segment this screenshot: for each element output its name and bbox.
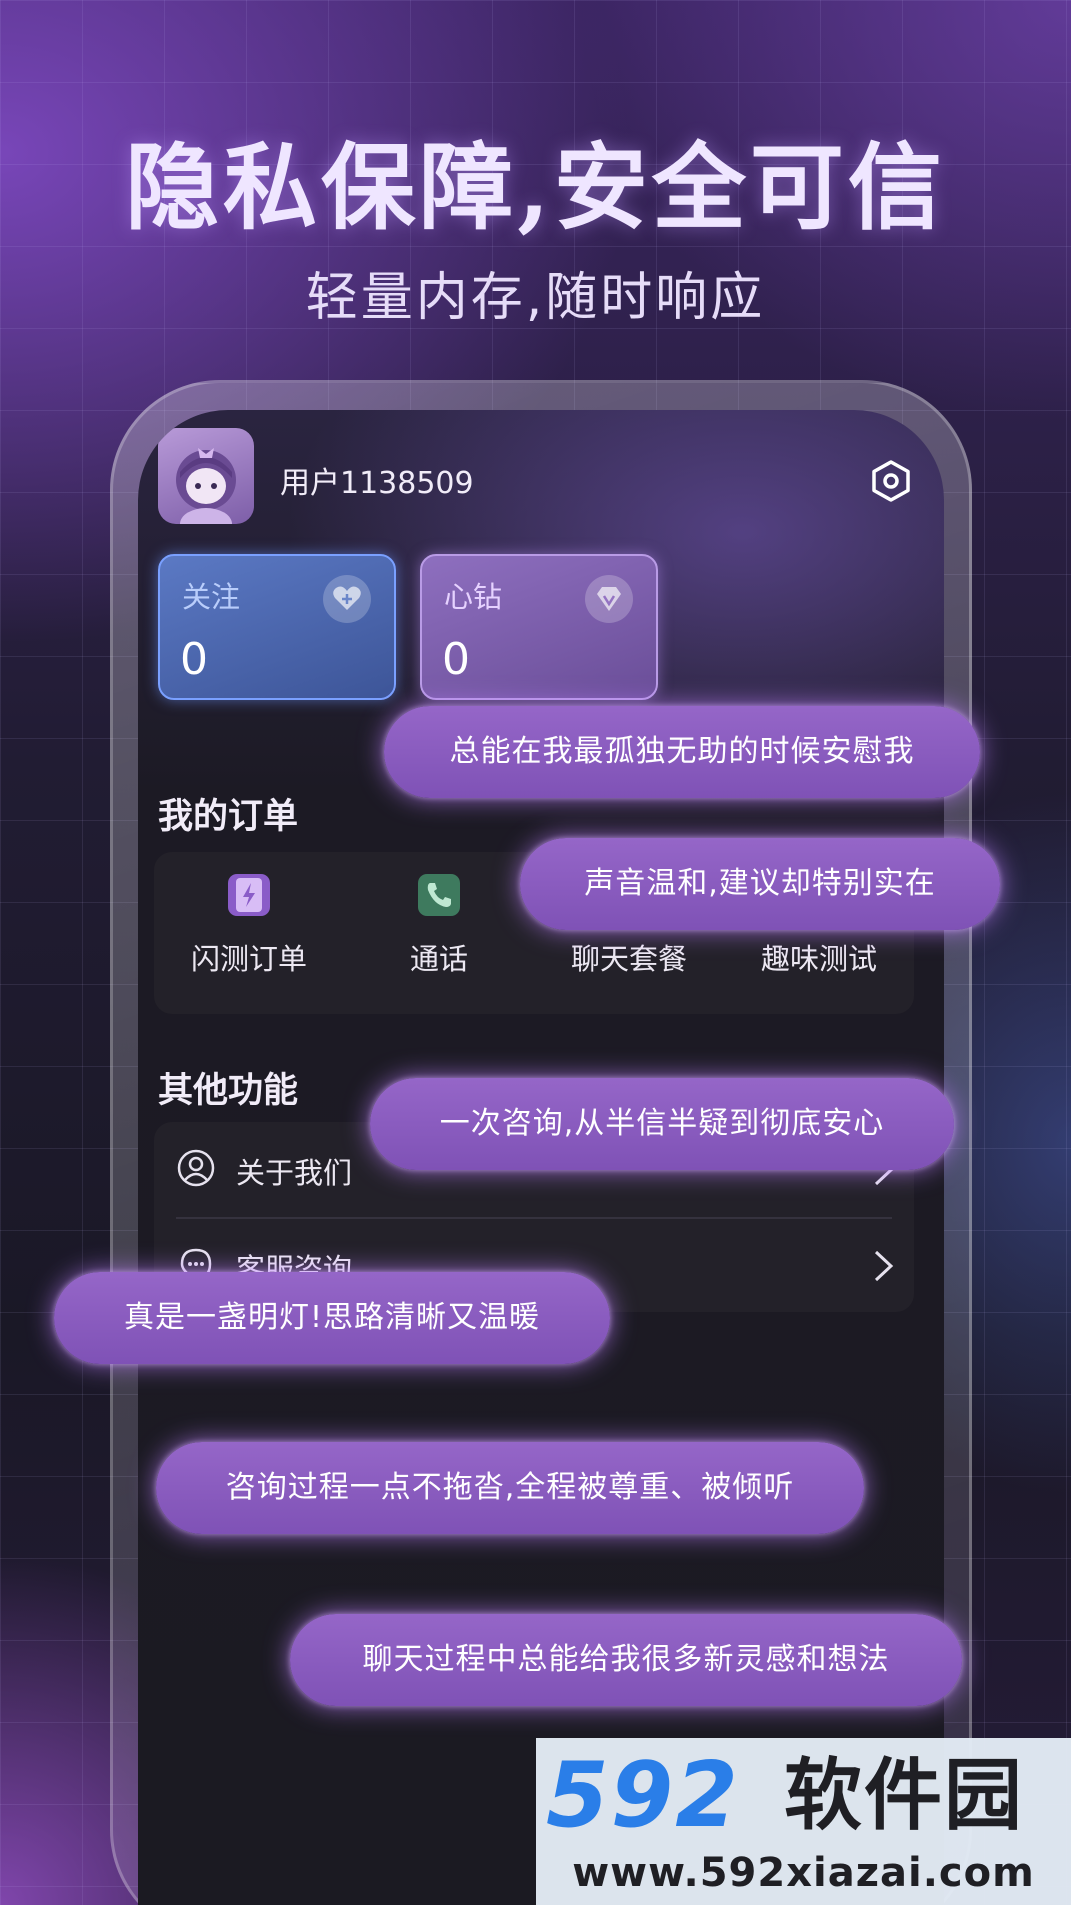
order-item-label: 闪测订单 — [190, 942, 307, 976]
order-item-call[interactable]: 通话 — [344, 872, 534, 978]
functions-title: 其他功能 — [158, 1071, 299, 1111]
chevron-right-icon — [874, 1250, 894, 1282]
follow-count: 0 — [180, 634, 208, 685]
follow-card[interactable]: 关注 0 — [158, 554, 396, 700]
headline: 隐私保障,安全可信 — [125, 133, 946, 243]
avatar-icon — [176, 448, 236, 524]
review-bubble: 声音温和,建议却特别实在 — [520, 838, 1000, 930]
order-item-flash[interactable]: 闪测订单 — [154, 872, 344, 978]
review-bubble: 真是一盏明灯!思路清晰又温暖 — [54, 1272, 610, 1364]
diamond-count: 0 — [442, 634, 470, 685]
heart-icon — [323, 575, 371, 623]
follow-label: 关注 — [182, 580, 241, 614]
review-bubble: 一次咨询,从半信半疑到彻底安心 — [370, 1078, 954, 1170]
order-item-label: 趣味测试 — [760, 942, 877, 976]
gear-icon[interactable] — [870, 460, 912, 502]
review-bubble: 总能在我最孤独无助的时候安慰我 — [384, 706, 980, 798]
promo-screen: 隐私保障,安全可信 轻量内存,随时响应 用户1138509 关注 0 心钻 0 … — [0, 0, 1071, 1905]
subheadline: 轻量内存,随时响应 — [305, 268, 766, 328]
review-bubble: 咨询过程一点不拖沓,全程被尊重、被倾听 — [156, 1442, 864, 1534]
diamond-icon — [585, 575, 633, 623]
watermark-logo: 592 — [546, 1743, 740, 1848]
watermark: 592 软件园 www.592xiazai.com — [536, 1738, 1071, 1905]
user-circle-icon — [177, 1149, 215, 1187]
avatar[interactable] — [158, 428, 254, 524]
watermark-url: www.592xiazai.com — [572, 1850, 1035, 1896]
order-item-label: 聊天套餐 — [570, 942, 687, 976]
about-us-label: 关于我们 — [236, 1156, 353, 1190]
username: 用户1138509 — [280, 466, 474, 501]
review-bubble: 聊天过程中总能给我很多新灵感和想法 — [290, 1614, 962, 1706]
watermark-name: 软件园 — [784, 1751, 1025, 1841]
diamond-label: 心钻 — [444, 580, 503, 614]
orders-title: 我的订单 — [158, 797, 299, 837]
diamond-card[interactable]: 心钻 0 — [420, 554, 658, 700]
order-item-label: 通话 — [409, 942, 468, 976]
phone-icon — [418, 874, 460, 916]
flash-icon — [228, 874, 270, 916]
